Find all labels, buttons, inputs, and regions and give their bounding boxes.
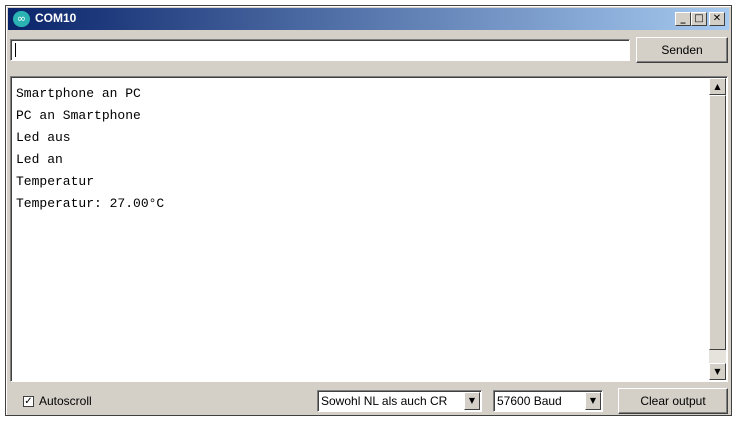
output-line: PC an Smartphone — [16, 108, 141, 123]
line-ending-select[interactable]: Sowohl NL als auch CR ▼ — [317, 390, 482, 412]
line-ending-value: Sowohl NL als auch CR — [321, 394, 448, 408]
scroll-down-icon[interactable]: ▼ — [709, 363, 726, 380]
send-input[interactable] — [10, 39, 630, 61]
status-bar: ✓ Autoscroll Sowohl NL als auch CR ▼ 576… — [6, 386, 731, 416]
autoscroll-checkbox[interactable]: ✓ — [23, 395, 34, 407]
output-lines: Smartphone an PC PC an Smartphone Led au… — [16, 83, 164, 215]
vertical-scrollbar[interactable]: ▲ ▼ — [709, 78, 726, 380]
clear-output-button[interactable]: Clear output — [618, 388, 728, 414]
autoscroll-toggle[interactable]: ✓ Autoscroll — [23, 394, 92, 408]
send-button[interactable]: Senden — [636, 37, 728, 63]
baud-rate-select[interactable]: 57600 Baud ▼ — [493, 390, 603, 412]
autoscroll-label: Autoscroll — [39, 394, 92, 408]
output-line: Temperatur: 27.00°C — [16, 196, 165, 211]
output-line: Led an — [16, 152, 63, 167]
serial-monitor-window: ∞ COM10 _ □ ✕ Senden Smartphone an PC PC… — [5, 5, 732, 416]
chevron-down-icon[interactable]: ▼ — [464, 392, 480, 410]
serial-output[interactable]: Smartphone an PC PC an Smartphone Led au… — [10, 76, 728, 382]
title-bar[interactable]: ∞ COM10 _ □ ✕ — [8, 8, 729, 30]
baud-rate-value: 57600 Baud — [497, 394, 562, 408]
output-line: Smartphone an PC — [16, 86, 141, 101]
output-line: Temperatur — [16, 174, 95, 189]
maximize-button[interactable]: □ — [691, 12, 707, 26]
close-button[interactable]: ✕ — [709, 12, 725, 26]
arduino-logo-icon: ∞ — [13, 11, 30, 27]
text-caret — [15, 43, 16, 57]
chevron-down-icon[interactable]: ▼ — [585, 392, 601, 410]
scroll-up-icon[interactable]: ▲ — [709, 78, 726, 95]
output-line: Led aus — [16, 130, 71, 145]
scroll-thumb[interactable] — [709, 95, 726, 350]
window-title: COM10 — [35, 11, 77, 25]
minimize-button[interactable]: _ — [675, 12, 691, 26]
